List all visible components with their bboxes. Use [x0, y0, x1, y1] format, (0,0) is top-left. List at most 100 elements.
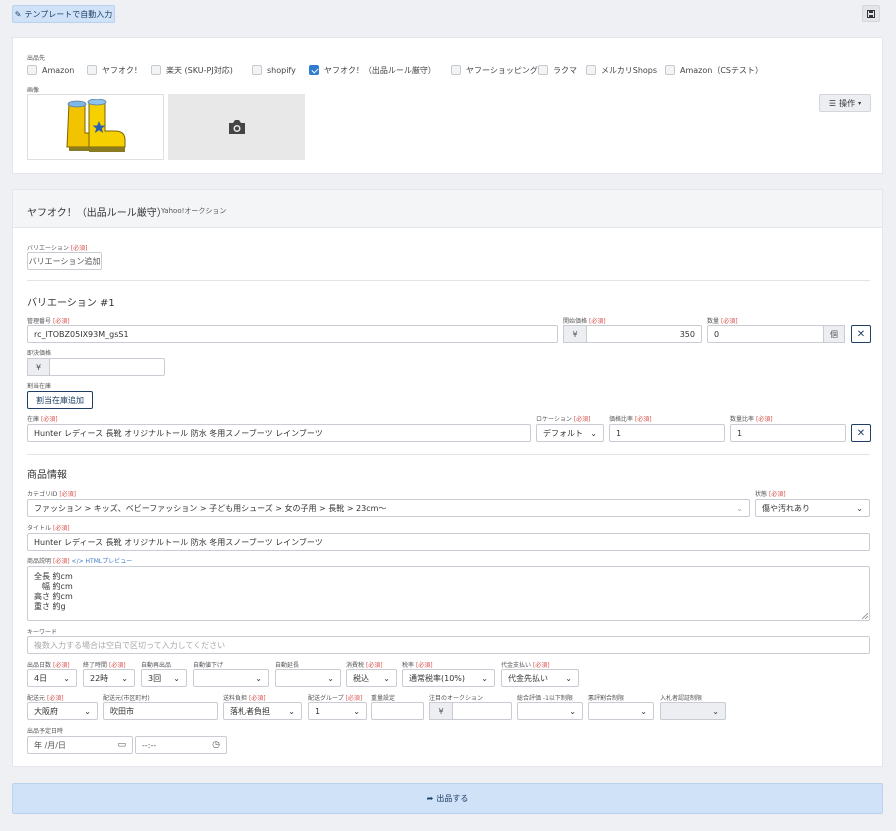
chevron-down-icon: ⌄	[481, 673, 488, 683]
checkbox[interactable]	[538, 65, 548, 75]
marketplace-mercari-shops[interactable]: メルカリShops	[586, 64, 665, 76]
close-icon: ✕	[856, 328, 866, 340]
ship-group-select[interactable]: 1 ⌄	[308, 702, 367, 720]
weight-label: 重量設定	[371, 695, 396, 702]
rating-limit-label: 総合評価 -1以下制限	[517, 695, 573, 702]
clock-icon[interactable]: ◷	[212, 740, 220, 750]
close-icon: ✕	[856, 427, 866, 439]
cod-select[interactable]: 代金先払い ⌄	[501, 669, 579, 687]
checkbox[interactable]	[87, 65, 97, 75]
product-info-heading: 商品情報	[27, 470, 67, 481]
resize-handle-icon	[862, 613, 868, 619]
chevron-down-icon: ⌄	[736, 503, 743, 513]
category-select[interactable]: ファッション > キッズ、ベビーファッション > 子ども用シューズ > 女の子用…	[27, 499, 750, 517]
remove-stock-button[interactable]: ✕	[851, 424, 871, 442]
relist-select[interactable]: 3回 ⌄	[141, 669, 187, 687]
save-icon[interactable]	[862, 5, 880, 22]
origin-pref-label: 配送元 [必須]	[27, 695, 64, 702]
alloc-stock-label: 割当在庫	[27, 383, 52, 390]
sku-input[interactable]: rc_ITOBZ05IX93M_gsS1	[27, 325, 558, 343]
start-price-input[interactable]: 350	[586, 325, 702, 343]
marketplace-rakuten[interactable]: 楽天 (SKU-PJ対応)	[151, 64, 252, 76]
image-actions-button[interactable]: ☰ 操作 ▾	[819, 94, 871, 112]
auto-extend-select[interactable]: ⌄	[275, 669, 341, 687]
quantity-label: 数量 [必須]	[707, 318, 738, 325]
checkbox[interactable]	[665, 65, 675, 75]
checkbox[interactable]	[451, 65, 461, 75]
template-autofill-button[interactable]: ✎ テンプレートで自動入力	[12, 5, 115, 23]
auto-discount-select[interactable]: ⌄	[193, 669, 269, 687]
category-label: カテゴリID [必須]	[27, 491, 76, 498]
marketplace-yahoo-auction-strict[interactable]: ヤフオク！（出品ルール厳守）	[309, 64, 451, 76]
checkbox[interactable]	[27, 65, 37, 75]
checkbox[interactable]	[151, 65, 161, 75]
marketplace-shopify[interactable]: shopify	[252, 64, 309, 76]
submit-listing-button[interactable]: ➦ 出品する	[12, 783, 883, 814]
chevron-down-icon: ⌄	[565, 673, 572, 683]
condition-select[interactable]: 傷や汚れあり ⌄	[755, 499, 870, 517]
marketplace-amazon[interactable]: Amazon	[27, 64, 87, 76]
images-label: 画像	[27, 87, 40, 94]
chevron-down-icon: ⌄	[712, 706, 719, 716]
section-header: ヤフオク！（出品ルール厳守） Yahoo!オークション	[13, 190, 882, 228]
stock-input[interactable]: Hunter レディース 長靴 オリジナルトール 防水 冬用スノーブーツ レイン…	[27, 424, 531, 442]
qty-ratio-input[interactable]: 1	[730, 424, 846, 442]
price-ratio-input[interactable]: 1	[609, 424, 725, 442]
chevron-down-icon: ⌄	[353, 706, 360, 716]
add-variation-button[interactable]: バリエーション追加	[27, 252, 102, 270]
marketplace-amazon-cs-test[interactable]: Amazon（CSテスト）	[665, 64, 765, 76]
ship-fee-label: 送料負担 [必須]	[223, 695, 266, 702]
image-upload-slot[interactable]	[168, 94, 305, 160]
marketplace-rakuma[interactable]: ラクマ	[538, 64, 586, 76]
listing-panel: ヤフオク！（出品ルール厳守） Yahoo!オークション バリエーション [必須]…	[12, 189, 883, 767]
keyword-input[interactable]: 複数入力する場合は空白で区切って入力してください	[27, 636, 870, 654]
duration-label: 出品日数 [必須]	[27, 662, 70, 669]
checkbox-checked[interactable]	[309, 65, 319, 75]
location-select[interactable]: デフォルト ⌄	[536, 424, 604, 442]
chevron-down-icon: ⌄	[569, 706, 576, 716]
description-textarea[interactable]: 全長 約cm 幅 約cm 高さ 約cm 重さ 約g	[27, 566, 870, 621]
tax-select[interactable]: 税込 ⌄	[346, 669, 397, 687]
chevron-down-icon: ⌄	[288, 706, 295, 716]
buyout-price-input[interactable]	[49, 358, 165, 376]
schedule-date-input[interactable]: 年 /月/日 ▭	[27, 736, 133, 754]
tax-rate-select[interactable]: 通常税率(10%) ⌄	[402, 669, 495, 687]
calendar-icon[interactable]: ▭	[117, 740, 126, 750]
checkbox[interactable]	[586, 65, 596, 75]
bidder-auth-select[interactable]: ⌄	[660, 702, 726, 720]
weight-input[interactable]	[371, 702, 424, 720]
chevron-down-icon: ⌄	[173, 673, 180, 683]
rating-limit-select[interactable]: ⌄	[517, 702, 583, 720]
marketplace-list: Amazon ヤフオク！ 楽天 (SKU-PJ対応) shopify ヤフオク！…	[27, 64, 877, 76]
bad-rating-select[interactable]: ⌄	[588, 702, 654, 720]
yen-addon: ¥	[27, 358, 50, 376]
remove-variation-button[interactable]: ✕	[851, 325, 871, 343]
featured-input[interactable]	[452, 702, 512, 720]
duration-select[interactable]: 4日 ⌄	[27, 669, 77, 687]
marketplace-yahoo-auction[interactable]: ヤフオク！	[87, 64, 151, 76]
description-label: 商品説明 [必須] </> HTMLプレビュー	[27, 558, 133, 565]
schedule-time-input[interactable]: --:-- ◷	[135, 736, 227, 754]
html-preview-link[interactable]: </> HTMLプレビュー	[72, 558, 133, 565]
origin-pref-select[interactable]: 大阪府 ⌄	[27, 702, 98, 720]
schedule-label: 出品予定日時	[27, 728, 64, 735]
bad-rating-label: 悪評割合制限	[588, 695, 625, 702]
add-alloc-stock-button[interactable]: 割当在庫追加	[27, 391, 93, 409]
divider	[27, 280, 870, 281]
buyout-label: 即決価格	[27, 350, 52, 357]
pencil-icon: ✎	[14, 9, 22, 19]
list-icon: ☰	[828, 98, 837, 108]
end-time-select[interactable]: 22時 ⌄	[83, 669, 135, 687]
quantity-input[interactable]: 0	[707, 325, 824, 343]
chevron-down-icon: ⌄	[327, 673, 334, 683]
ship-fee-select[interactable]: 落札者負担 ⌄	[223, 702, 302, 720]
product-image[interactable]	[27, 94, 164, 160]
origin-city-input[interactable]: 吹田市	[103, 702, 218, 720]
caret-down-icon: ▾	[858, 99, 862, 107]
marketplace-yahoo-shopping[interactable]: ヤフーショッピング	[451, 64, 538, 76]
condition-label: 状態 [必須]	[755, 491, 786, 498]
featured-label: 注目のオークション	[429, 695, 484, 702]
title-input[interactable]: Hunter レディース 長靴 オリジナルトール 防水 冬用スノーブーツ レイン…	[27, 533, 870, 551]
start-price-label: 開始価格 [必須]	[563, 318, 606, 325]
checkbox[interactable]	[252, 65, 262, 75]
